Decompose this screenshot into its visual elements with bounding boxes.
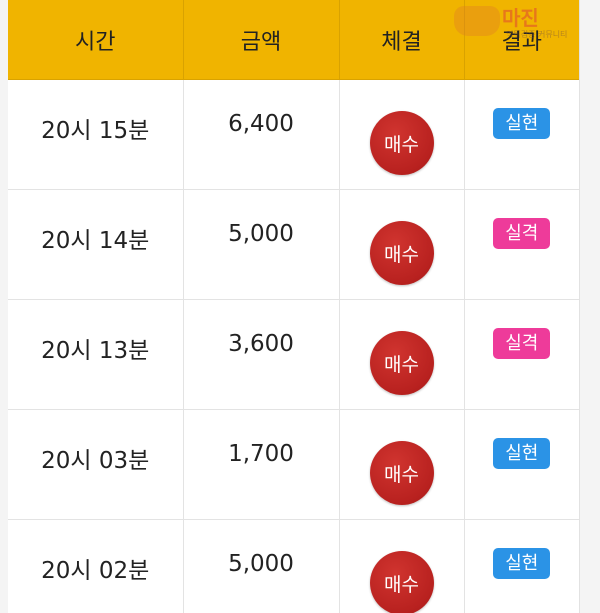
trade-results-panel: 시간 금액 체결 결과 20시 15분 6,400 매수 실현 20시 14분 … [8,0,580,613]
result-badge-fail: 실격 [493,218,551,249]
amount-text: 3,600 [228,331,294,357]
trade-cell: 매수 [339,519,465,613]
time-cell: 20시 03분 [8,409,184,520]
time-text: 20시 14분 [41,228,150,254]
table-row: 20시 13분 3,600 매수 실격 [8,299,579,410]
table-header: 시간 금액 체결 결과 [8,0,579,80]
result-cell: 실현 [464,409,579,520]
trade-cell: 매수 [339,409,465,520]
table-row: 20시 14분 5,000 매수 실격 [8,189,579,300]
column-header-trade: 체결 [339,0,465,80]
table-body: 20시 15분 6,400 매수 실현 20시 14분 5,000 매수 실격 … [8,79,579,613]
result-cell: 실현 [464,79,579,190]
amount-cell: 5,000 [183,189,340,300]
trade-cell: 매수 [339,79,465,190]
time-text: 20시 03분 [41,448,150,474]
time-cell: 20시 14분 [8,189,184,300]
amount-cell: 3,600 [183,299,340,410]
result-cell: 실격 [464,299,579,410]
trade-cell: 매수 [339,299,465,410]
time-text: 20시 15분 [41,118,150,144]
result-badge-success: 실현 [493,438,551,469]
result-badge-success: 실현 [493,108,551,139]
result-badge-fail: 실격 [493,328,551,359]
result-badge-success: 실현 [493,548,551,579]
amount-text: 5,000 [228,221,294,247]
table-row: 20시 03분 1,700 매수 실현 [8,409,579,520]
trade-cell: 매수 [339,189,465,300]
time-cell: 20시 02분 [8,519,184,613]
amount-text: 1,700 [228,441,294,467]
buy-badge: 매수 [369,331,434,395]
result-cell: 실격 [464,189,579,300]
amount-cell: 1,700 [183,409,340,520]
amount-cell: 6,400 [183,79,340,190]
amount-text: 6,400 [228,111,294,137]
time-text: 20시 13분 [41,338,150,364]
table-row: 20시 15분 6,400 매수 실현 [8,79,579,190]
time-text: 20시 02분 [41,558,150,584]
table-row: 20시 02분 5,000 매수 실현 [8,519,579,613]
amount-text: 5,000 [228,551,294,577]
amount-cell: 5,000 [183,519,340,613]
column-header-result: 결과 [464,0,579,80]
trade-results-table: 시간 금액 체결 결과 20시 15분 6,400 매수 실현 20시 14분 … [8,0,579,613]
column-header-time: 시간 [8,0,184,80]
header-row: 시간 금액 체결 결과 [8,0,579,80]
time-cell: 20시 15분 [8,79,184,190]
buy-badge: 매수 [369,111,434,175]
buy-badge: 매수 [369,221,434,285]
column-header-amount: 금액 [183,0,340,80]
result-cell: 실현 [464,519,579,613]
time-cell: 20시 13분 [8,299,184,410]
buy-badge: 매수 [369,551,434,613]
buy-badge: 매수 [369,441,434,505]
